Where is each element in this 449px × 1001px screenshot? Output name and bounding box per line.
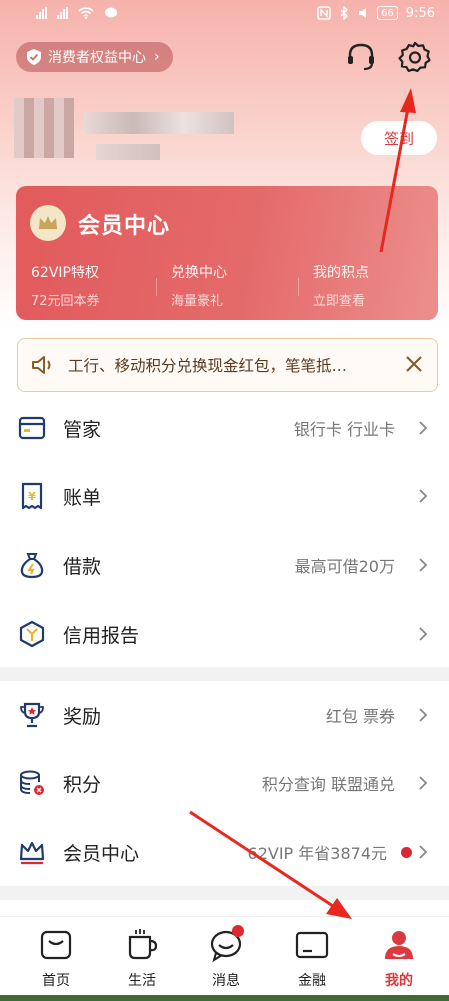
- mute-icon: [359, 8, 367, 18]
- wifi-icon: [78, 7, 94, 19]
- status-bar: 66 9:56: [0, 0, 449, 26]
- menu-label: 借款: [63, 555, 102, 578]
- nav-home[interactable]: 首页: [26, 927, 86, 990]
- coins-icon: [20, 770, 44, 795]
- customer-service-icon[interactable]: [344, 40, 378, 74]
- member-card-title: 会员中心: [78, 214, 171, 239]
- card-item-title: 兑换中心: [171, 265, 227, 281]
- chat-app-icon: [105, 7, 117, 18]
- wallet-icon: [295, 931, 329, 959]
- chevron-right-icon: [419, 845, 428, 859]
- avatar[interactable]: [14, 98, 74, 158]
- system-bar: [0, 995, 449, 1001]
- shield-icon: [27, 49, 41, 65]
- nav-life[interactable]: 生活: [112, 927, 172, 990]
- chevron-right-icon: [419, 558, 428, 572]
- chevron-right-icon: [419, 421, 428, 435]
- notice-text: 工行、移动积分兑换现金红包，笔笔抵…: [68, 357, 348, 375]
- menu-item-credit-report[interactable]: 信用报告: [0, 600, 449, 668]
- home-icon: [40, 930, 72, 960]
- profile-icon: [385, 931, 413, 959]
- menu-detail: 62VIP 年省3874元: [247, 844, 387, 863]
- signal-2-icon: [57, 7, 68, 19]
- nav-messages[interactable]: 消息: [196, 925, 256, 990]
- chevron-right-icon: [419, 489, 428, 503]
- credit-report-icon: [19, 620, 45, 648]
- menu-label: 奖励: [63, 705, 102, 728]
- menu-item-points[interactable]: 积分 积分查询 联盟通兑: [0, 749, 449, 817]
- card-item-exchange[interactable]: 兑换中心 海量豪礼: [171, 262, 227, 309]
- close-icon[interactable]: [403, 353, 425, 375]
- chevron-right-icon: [419, 776, 428, 790]
- member-center-card[interactable]: 会员中心 62VIP特权 72元回本券 兑换中心 海量豪礼 我的积点 立即查看: [16, 186, 438, 320]
- section-divider: [0, 886, 449, 900]
- menu-detail: 积分查询 联盟通兑: [261, 775, 395, 794]
- crown-icon: [30, 205, 66, 241]
- bluetooth-icon: [340, 6, 349, 20]
- card-item-points[interactable]: 我的积点 立即查看: [313, 262, 369, 309]
- section-divider: [0, 667, 449, 681]
- menu-item-loan[interactable]: 借款 最高可借20万: [0, 531, 449, 599]
- user-subtitle-redacted: [96, 144, 160, 160]
- nfc-icon: [317, 6, 331, 20]
- nav-mine[interactable]: 我的: [369, 927, 429, 990]
- menu-detail: 最高可借20万: [294, 557, 395, 576]
- cup-icon: [128, 929, 158, 960]
- card-item-sub: 立即查看: [313, 294, 366, 309]
- nav-label: 金融: [298, 973, 326, 989]
- nav-label: 我的: [385, 973, 413, 989]
- trophy-icon: [20, 702, 44, 728]
- card-item-vip[interactable]: 62VIP特权 72元回本券: [31, 262, 100, 309]
- menu-item-manager[interactable]: 管家 银行卡 行业卡: [0, 394, 449, 462]
- nav-label: 消息: [212, 973, 240, 989]
- bottom-navigation: 首页 生活 消息 金融 我的: [0, 916, 449, 1001]
- menu-label: 账单: [63, 486, 102, 509]
- notice-banner[interactable]: 工行、移动积分兑换现金红包，笔笔抵…: [17, 338, 438, 392]
- crown-outline-icon: [19, 841, 45, 865]
- menu-detail: 红包 票券: [325, 707, 395, 726]
- bill-icon: ¥: [21, 482, 43, 510]
- settings-gear-icon[interactable]: [398, 40, 432, 74]
- unread-dot: [232, 925, 244, 937]
- divider: [298, 278, 299, 296]
- battery-indicator: 66: [377, 6, 398, 20]
- menu-label: 管家: [63, 418, 102, 441]
- nav-finance[interactable]: 金融: [282, 927, 342, 990]
- card-item-sub: 72元回本券: [31, 294, 100, 309]
- speaker-icon: [32, 356, 51, 374]
- nav-label: 生活: [128, 973, 156, 989]
- consumer-rights-label: 消费者权益中心: [48, 50, 146, 66]
- menu-label: 信用报告: [63, 624, 140, 647]
- consumer-rights-button[interactable]: 消费者权益中心 ›: [16, 42, 173, 72]
- svg-text:¥: ¥: [28, 490, 36, 503]
- menu-item-rewards[interactable]: 奖励 红包 票券: [0, 681, 449, 749]
- card-item-title: 62VIP特权: [31, 265, 99, 281]
- card-item-sub: 海量豪礼: [171, 294, 224, 309]
- menu-item-member-center[interactable]: 会员中心 62VIP 年省3874元: [0, 818, 449, 886]
- username-redacted: [84, 112, 234, 134]
- nav-label: 首页: [42, 973, 70, 989]
- signin-label: 签到: [383, 129, 414, 148]
- chevron-right-icon: [419, 708, 428, 722]
- notification-dot: [401, 846, 412, 858]
- status-time: 9:56: [405, 5, 435, 21]
- signin-button[interactable]: 签到: [361, 121, 437, 155]
- card-item-title: 我的积点: [313, 265, 369, 281]
- menu-label: 会员中心: [63, 842, 140, 865]
- menu-label: 积分: [63, 773, 102, 796]
- menu-item-bill[interactable]: ¥ 账单: [0, 462, 449, 530]
- chevron-right-icon: [419, 627, 428, 641]
- menu-detail: 银行卡 行业卡: [293, 420, 395, 439]
- divider: [156, 278, 157, 296]
- signal-icon: [36, 7, 47, 19]
- card-icon: [18, 416, 46, 440]
- money-bag-icon: [20, 553, 44, 579]
- chevron-right-icon: ›: [154, 49, 160, 65]
